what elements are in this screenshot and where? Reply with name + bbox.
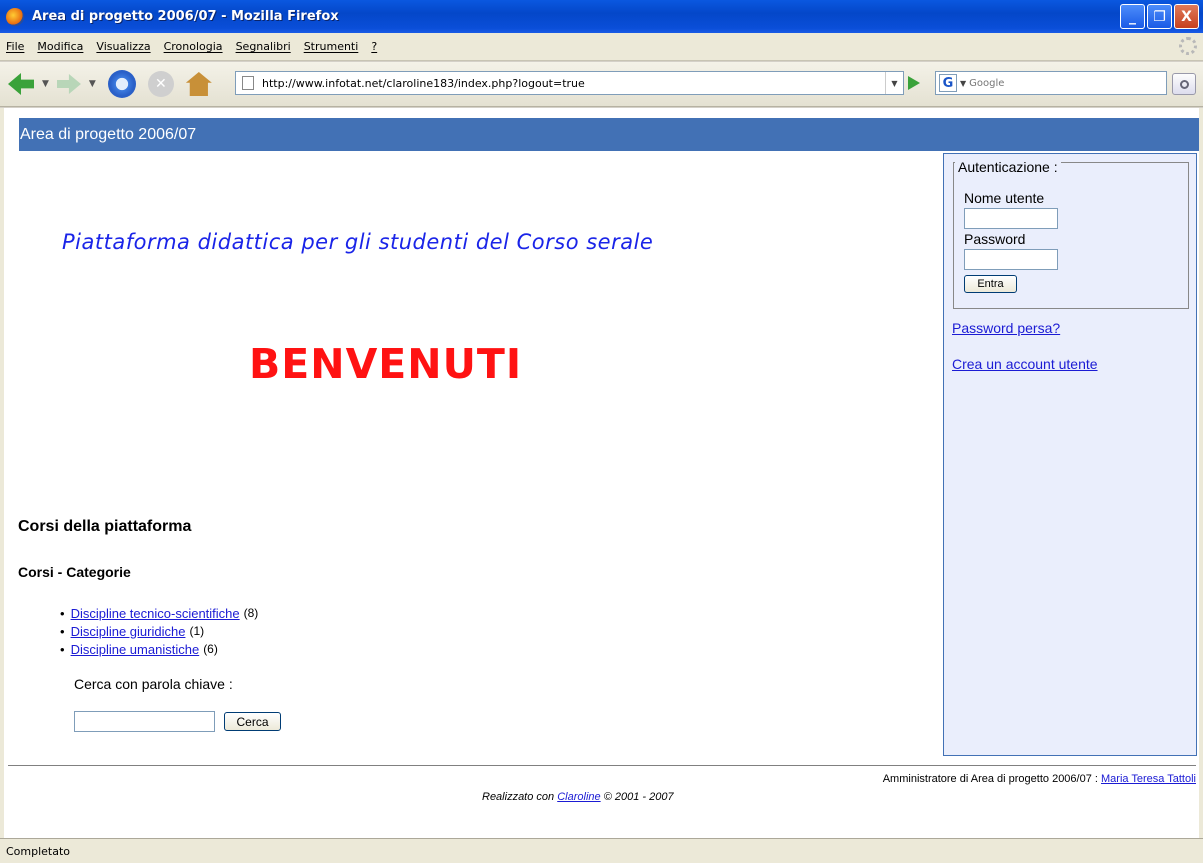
window-title: Area di progetto 2006/07 - Mozilla Firef… — [32, 9, 339, 24]
address-bar[interactable]: http://www.infotat.net/claroline183/inde… — [235, 71, 904, 95]
password-field[interactable] — [964, 249, 1058, 270]
menu-visualizza[interactable]: Visualizza — [96, 40, 150, 53]
forward-arrow-icon[interactable] — [56, 74, 81, 94]
category-count: (1) — [189, 624, 205, 638]
back-arrow-icon[interactable] — [8, 73, 34, 95]
search-button[interactable]: Cerca — [224, 712, 281, 731]
category-count: (6) — [203, 642, 218, 656]
login-button[interactable]: Entra — [964, 275, 1017, 293]
credits-suffix: © 2001 - 2007 — [603, 791, 674, 803]
category-link-tecnico-scientifiche[interactable]: Discipline tecnico-scientifiche — [71, 606, 240, 621]
authentication-legend: Autenticazione : — [955, 159, 1061, 175]
page-tagline: Piattaforma didattica per gli studenti d… — [62, 230, 654, 254]
menu-file[interactable]: File — [6, 40, 24, 53]
search-magnifier-icon[interactable] — [1172, 73, 1196, 95]
list-item: Discipline umanistiche (6) — [60, 640, 258, 658]
credits: Realizzato con Claroline © 2001 - 2007 — [482, 791, 674, 803]
category-link-umanistiche[interactable]: Discipline umanistiche — [71, 642, 200, 657]
admin-name-link[interactable]: Maria Teresa Tattoli — [1101, 773, 1196, 785]
status-text: Completato — [6, 844, 71, 858]
back-history-dropdown-icon[interactable]: ▼ — [42, 79, 49, 89]
address-dropdown-icon[interactable]: ▼ — [885, 72, 903, 94]
throbber-icon — [1179, 37, 1197, 55]
minimize-button[interactable]: _ — [1120, 4, 1145, 29]
credits-prefix: Realizzato con — [482, 791, 555, 803]
home-icon[interactable] — [185, 72, 212, 96]
status-bar: Completato — [0, 838, 1203, 863]
login-sidebar: Autenticazione : Nome utente Password En… — [943, 153, 1197, 756]
username-field[interactable] — [964, 208, 1058, 229]
category-link-giuridiche[interactable]: Discipline giuridiche — [71, 624, 186, 639]
forward-history-dropdown-icon[interactable]: ▼ — [89, 79, 96, 89]
maximize-button[interactable]: ❐ — [1147, 4, 1172, 29]
courses-title: Corsi della piattaforma — [18, 518, 192, 535]
admin-info: Amministratore di Area di progetto 2006/… — [883, 773, 1196, 785]
welcome-heading: BENVENUTI — [249, 340, 523, 388]
menu-modifica[interactable]: Modifica — [37, 40, 83, 53]
lost-password-link[interactable]: Password persa? — [952, 320, 1060, 336]
window-frame-right — [1199, 108, 1203, 838]
username-label: Nome utente — [964, 190, 1045, 206]
search-input[interactable] — [969, 77, 1150, 89]
stop-icon[interactable]: ✕ — [147, 71, 174, 97]
go-arrow-icon[interactable] — [908, 76, 920, 90]
menu-segnalibri[interactable]: Segnalibri — [236, 40, 291, 53]
window-titlebar: Area di progetto 2006/07 - Mozilla Firef… — [0, 0, 1203, 33]
menu-strumenti[interactable]: Strumenti — [304, 40, 359, 53]
list-item: Discipline giuridiche (1) — [60, 622, 258, 640]
window-controls: _ ❐ X — [1120, 4, 1199, 29]
category-count: (8) — [243, 606, 259, 620]
claroline-link[interactable]: Claroline — [557, 791, 600, 803]
navigation-toolbar: ▼ ▼ ✕ http://www.infotat.net/claroline18… — [0, 62, 1203, 107]
search-box[interactable]: G ▼ — [935, 71, 1167, 95]
menu-help[interactable]: ? — [371, 40, 377, 53]
admin-prefix: Amministratore di Area di progetto 2006/… — [882, 773, 1098, 785]
google-engine-icon[interactable]: G — [939, 74, 957, 92]
create-account-link[interactable]: Crea un account utente — [952, 356, 1098, 372]
page-icon — [242, 76, 254, 90]
site-banner: Area di progetto 2006/07 — [19, 118, 1199, 151]
categories-title: Corsi - Categorie — [18, 564, 131, 580]
menu-cronologia[interactable]: Cronologia — [164, 40, 223, 53]
keyword-search-label: Cerca con parola chiave : — [74, 676, 233, 692]
category-list: Discipline tecnico-scientifiche (8) Disc… — [60, 604, 259, 658]
close-button[interactable]: X — [1174, 4, 1199, 29]
password-label: Password — [964, 231, 1026, 247]
list-item: Discipline tecnico-scientifiche (8) — [60, 604, 259, 622]
firefox-logo-icon — [6, 7, 24, 26]
page-viewport: Area di progetto 2006/07 Piattaforma did… — [4, 108, 1199, 838]
keyword-search-input[interactable] — [74, 711, 215, 732]
footer-divider — [8, 765, 1196, 766]
reload-icon[interactable] — [107, 70, 136, 98]
menu-bar: File Modifica Visualizza Cronologia Segn… — [0, 33, 1203, 61]
address-bar-url[interactable]: http://www.infotat.net/claroline183/inde… — [262, 77, 585, 90]
engine-dropdown-icon[interactable]: ▼ — [960, 79, 966, 88]
